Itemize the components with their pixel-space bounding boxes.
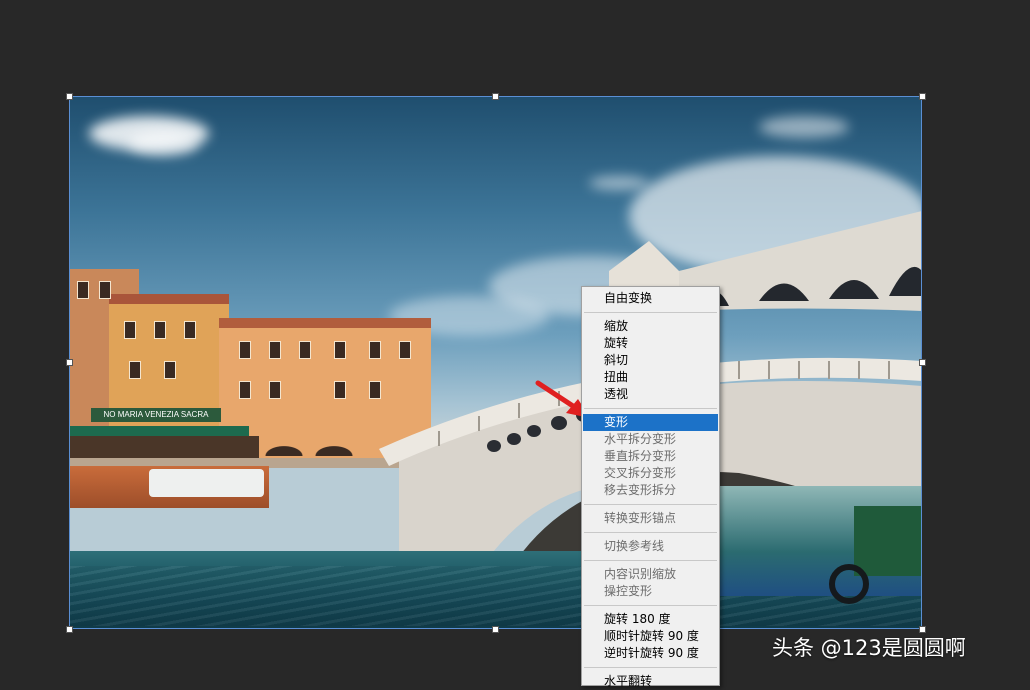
menu-item-toggle-guides[interactable]: 切换参考线 — [583, 538, 718, 555]
menu-item-warp[interactable]: 变形 — [583, 414, 718, 431]
menu-separator — [584, 532, 717, 533]
menu-item-content-aware-scale[interactable]: 内容识别缩放 — [583, 566, 718, 583]
window — [154, 321, 166, 339]
menu-separator — [584, 667, 717, 668]
cloud — [129, 131, 199, 156]
menu-item-free-transform[interactable]: 自由变换 — [583, 290, 718, 307]
menu-item-split-warp-horizontal[interactable]: 水平拆分变形 — [583, 431, 718, 448]
menu-separator — [584, 408, 717, 409]
window — [124, 321, 136, 339]
menu-item-perspective[interactable]: 透视 — [583, 386, 718, 403]
menu-item-remove-warp-split[interactable]: 移去变形拆分 — [583, 482, 718, 499]
boat-green-box — [854, 506, 922, 576]
window — [269, 341, 281, 359]
cloud — [759, 116, 849, 138]
menu-item-rotate-180[interactable]: 旋转 180 度 — [583, 611, 718, 628]
window — [129, 361, 141, 379]
menu-separator — [584, 605, 717, 606]
window — [164, 361, 176, 379]
transform-context-menu: 自由变换 缩放 旋转 斜切 扭曲 透视 变形 水平拆分变形 垂直拆分变形 交叉拆… — [581, 286, 720, 688]
menu-separator — [584, 312, 717, 313]
window — [99, 281, 111, 299]
handle-top-center[interactable] — [492, 93, 499, 100]
window — [239, 341, 251, 359]
shop-sign: NO MARIA VENEZIA SACRA — [91, 408, 221, 422]
handle-middle-left[interactable] — [66, 359, 73, 366]
menu-item-flip-horizontal[interactable]: 水平翻转 — [583, 673, 718, 690]
window — [269, 381, 281, 399]
menu-item-puppet-warp[interactable]: 操控变形 — [583, 583, 718, 600]
menu-item-rotate-90-cw[interactable]: 顺时针旋转 90 度 — [583, 628, 718, 645]
window — [184, 321, 196, 339]
menu-item-skew[interactable]: 斜切 — [583, 352, 718, 369]
menu-separator — [584, 504, 717, 505]
boat-white — [149, 469, 264, 497]
awning — [69, 426, 249, 436]
roof — [109, 294, 229, 304]
canvas-photo[interactable]: NO MARIA VENEZIA SACRA — [69, 96, 922, 629]
menu-separator — [584, 560, 717, 561]
menu-item-split-warp-vertical[interactable]: 垂直拆分变形 — [583, 448, 718, 465]
menu-item-rotate-90-ccw[interactable]: 逆时针旋转 90 度 — [583, 645, 718, 662]
handle-bottom-center[interactable] — [492, 626, 499, 633]
tire — [829, 564, 869, 604]
menu-item-convert-warp-anchor[interactable]: 转换变形锚点 — [583, 510, 718, 527]
window — [239, 381, 251, 399]
handle-bottom-left[interactable] — [66, 626, 73, 633]
menu-item-split-warp-crosswise[interactable]: 交叉拆分变形 — [583, 465, 718, 482]
watermark: 头条 @123是圆圆啊 — [772, 636, 966, 660]
handle-top-left[interactable] — [66, 93, 73, 100]
menu-item-scale[interactable]: 缩放 — [583, 318, 718, 335]
window — [77, 281, 89, 299]
handle-middle-right[interactable] — [919, 359, 926, 366]
window — [299, 341, 311, 359]
handle-top-right[interactable] — [919, 93, 926, 100]
menu-item-distort[interactable]: 扭曲 — [583, 369, 718, 386]
cloud — [589, 176, 649, 190]
menu-item-rotate[interactable]: 旋转 — [583, 335, 718, 352]
